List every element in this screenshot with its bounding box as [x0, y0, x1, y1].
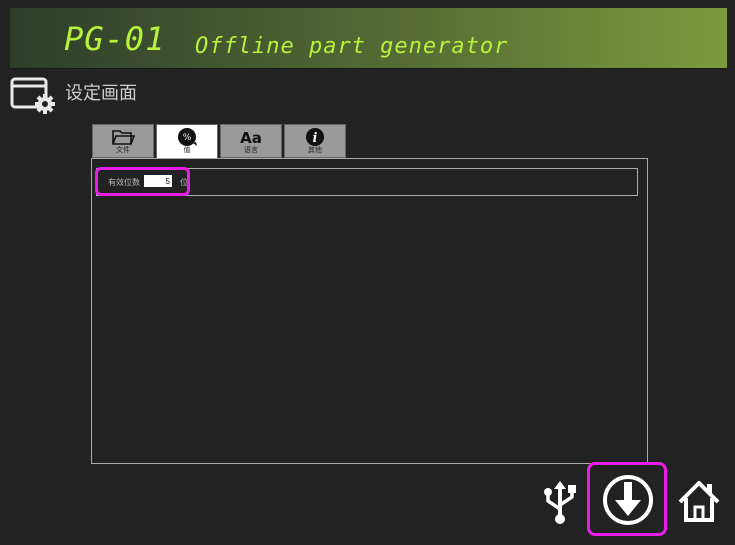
svg-text:%: % [183, 133, 192, 143]
info-icon: i [306, 128, 324, 146]
download-circle-icon[interactable] [600, 472, 656, 528]
tab-file[interactable]: 文件 [92, 124, 154, 158]
tab-other-label: 其他 [308, 147, 322, 154]
percent-icon: % [178, 128, 197, 146]
settings-panel [91, 158, 648, 464]
app-header: PG-01 Offline part generator [10, 8, 727, 69]
usb-icon[interactable] [540, 481, 580, 525]
tab-language[interactable]: Aa 语言 [220, 124, 282, 158]
folder-icon [112, 130, 136, 145]
tab-language-label: 语言 [244, 147, 258, 154]
page-title: 设定画面 [65, 83, 137, 103]
app-code: PG-01 [64, 20, 166, 58]
svg-text:Aa: Aa [240, 129, 262, 147]
field-highlight [95, 167, 190, 196]
font-aa-icon: Aa [240, 129, 262, 147]
tab-value-label: 值 [183, 147, 191, 154]
app-title: Offline part generator [195, 34, 509, 59]
tab-file-label: 文件 [116, 147, 130, 154]
settings-window-icon [10, 77, 55, 114]
home-icon[interactable] [676, 478, 722, 524]
svg-text:i: i [313, 131, 318, 146]
tab-value[interactable]: % 值 [156, 124, 218, 159]
tab-other[interactable]: i 其他 [284, 124, 346, 158]
